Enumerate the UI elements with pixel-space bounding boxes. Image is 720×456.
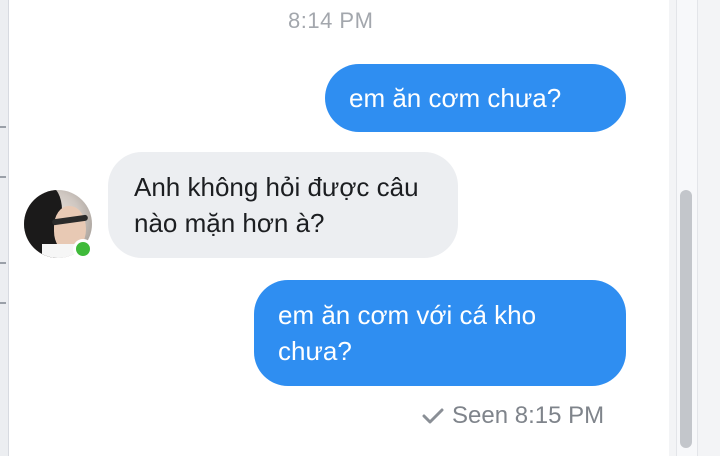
outgoing-message-bubble[interactable]: em ăn cơm với cá kho chưa? xyxy=(254,280,626,386)
message-timestamp: 8:14 PM xyxy=(288,8,374,33)
sidebar-edge-mark xyxy=(0,126,6,128)
seen-status-text: Seen 8:15 PM xyxy=(452,402,605,429)
online-status-dot xyxy=(73,239,93,259)
outgoing-message-bubble[interactable]: em ăn cơm chưa? xyxy=(325,64,626,132)
incoming-message-bubble[interactable]: Anh không hỏi được câu nào mặn hơn à? xyxy=(108,152,458,258)
scrollbar-thumb[interactable] xyxy=(680,190,692,448)
sidebar-edge-mark xyxy=(0,262,6,264)
sidebar-edge-mark xyxy=(0,302,6,304)
seen-receipt: Seen 8:15 PM xyxy=(422,402,604,430)
check-icon xyxy=(422,407,444,425)
sidebar-edge-mark xyxy=(0,176,6,178)
left-sidebar-edge xyxy=(0,0,9,456)
